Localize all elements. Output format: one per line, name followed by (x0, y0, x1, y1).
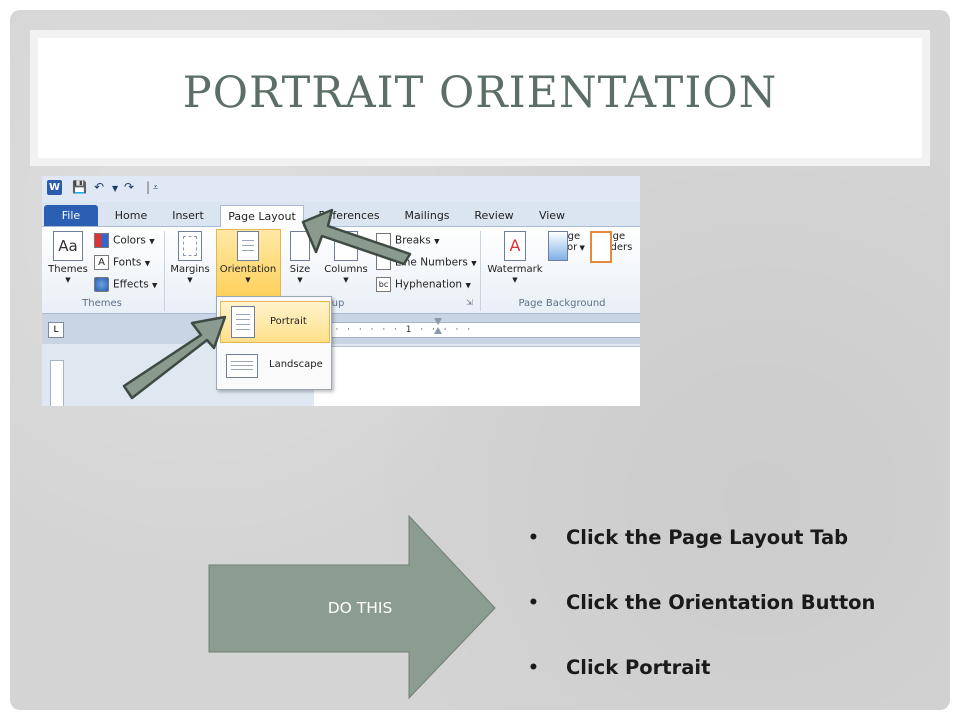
bullet-icon: • (528, 658, 539, 678)
tab-mailings[interactable]: Mailings (392, 205, 462, 226)
quick-access-toolbar: W 💾 ↶ ▼ ↷ | ⩡ (42, 176, 640, 202)
effects-button[interactable]: Effects ▼ (94, 277, 157, 292)
colors-label: Colors (113, 234, 146, 247)
effects-label: Effects (113, 278, 149, 291)
hyphenation-icon: bc (376, 277, 391, 292)
title-box: PORTRAIT ORIENTATION (30, 30, 930, 166)
columns-label: Columns (324, 264, 368, 275)
chevron-down-icon: ▼ (245, 276, 251, 284)
ruler-scale: · · · · · · · · 1 · · · · · (312, 322, 640, 338)
step-text: Click the Page Layout Tab (566, 526, 849, 549)
horizontal-ruler: L · · · · · · · · 1 · · · · · (42, 314, 640, 344)
watermark-button[interactable]: A Watermark ▼ (484, 231, 546, 286)
orientation-dropdown: Portrait Landscape (216, 296, 332, 390)
colors-icon (94, 233, 109, 248)
step-text: Click the Orientation Button (566, 591, 876, 614)
chevron-down-icon: ▼ (512, 276, 518, 284)
do-this-label: DO THIS (327, 599, 393, 617)
margins-button[interactable]: Margins ▼ (168, 231, 212, 286)
instruction-step: • Click the Orientation Button (528, 587, 948, 652)
page-background-group-label: Page Background (518, 298, 606, 309)
themes-group-label: Themes (82, 298, 122, 309)
customize-toolbar-icon[interactable]: ⩡ (153, 183, 158, 193)
tab-home[interactable]: Home (106, 205, 156, 226)
bullet-icon: • (528, 528, 539, 548)
redo-icon[interactable]: ↷ (124, 180, 134, 194)
landscape-option[interactable]: Landscape (220, 345, 328, 385)
themes-button[interactable]: Aa Themes ▼ (46, 231, 90, 286)
colors-button[interactable]: Colors ▼ (94, 233, 155, 248)
word-app-icon: W (47, 180, 62, 195)
portrait-option[interactable]: Portrait (220, 301, 330, 343)
tab-file[interactable]: File (44, 205, 98, 226)
tab-view[interactable]: View (528, 205, 576, 226)
tab-insert[interactable]: Insert (162, 205, 214, 226)
bullet-icon: • (528, 593, 539, 613)
save-icon[interactable]: 💾 (72, 180, 87, 194)
step-text: Click Portrait (566, 656, 711, 679)
group-divider (480, 231, 481, 311)
page-color-button[interactable]: Page Color ▼ (548, 231, 588, 261)
undo-icon[interactable]: ↶ (94, 180, 104, 194)
tab-references[interactable]: References (314, 205, 384, 226)
landscape-page-icon (226, 354, 258, 378)
themes-label: Themes (48, 264, 88, 275)
instruction-step: • Click Portrait (528, 652, 948, 717)
hyphenation-label: Hyphenation (395, 278, 463, 291)
breaks-icon (376, 233, 391, 248)
landscape-label: Landscape (269, 359, 323, 370)
portrait-page-icon (231, 306, 255, 338)
orientation-icon (237, 231, 259, 261)
chevron-down-icon: ▼ (187, 276, 193, 284)
instruction-step: • Click the Page Layout Tab (528, 522, 948, 587)
columns-icon (334, 231, 358, 261)
page-borders-button[interactable]: Page Borders (590, 231, 636, 263)
margins-label: Margins (170, 264, 210, 275)
line-numbers-label: Line Numbers (395, 256, 468, 269)
margins-icon (178, 231, 202, 261)
line-numbers-button[interactable]: Line Numbers ▼ (376, 255, 477, 270)
ribbon-body: Aa Themes ▼ Colors ▼ A Fonts ▼ Effects ▼ … (42, 227, 640, 314)
undo-dropdown-icon[interactable]: ▼ (112, 184, 118, 193)
word-ribbon-screenshot: W 💾 ↶ ▼ ↷ | ⩡ File Home Insert Page Layo… (42, 176, 640, 406)
hyphenation-button[interactable]: bc Hyphenation ▼ (376, 277, 471, 292)
fonts-icon: A (94, 255, 109, 270)
tab-review[interactable]: Review (468, 205, 520, 226)
instruction-list: • Click the Page Layout Tab • Click the … (528, 522, 948, 717)
chevron-down-icon: ▼ (343, 276, 349, 284)
group-divider (164, 231, 165, 311)
toolbar-divider: | (146, 180, 151, 194)
slide-title: PORTRAIT ORIENTATION (182, 68, 778, 118)
tab-selector[interactable]: L (48, 322, 64, 338)
page-borders-icon (590, 231, 612, 263)
chevron-down-icon: ▼ (65, 276, 71, 284)
watermark-label: Watermark (487, 264, 543, 275)
chevron-down-icon: ▼ (297, 276, 303, 284)
size-icon (290, 231, 310, 261)
vertical-ruler (50, 360, 64, 406)
orientation-label: Orientation (219, 264, 277, 275)
themes-icon: Aa (53, 231, 83, 261)
orientation-button[interactable]: Orientation ▼ (216, 231, 280, 286)
breaks-button[interactable]: Breaks ▼ (376, 233, 439, 248)
breaks-label: Breaks (395, 234, 431, 247)
ribbon-tabs: File Home Insert Page Layout References … (42, 202, 640, 227)
columns-button[interactable]: Columns ▼ (320, 231, 372, 286)
indent-marker[interactable] (434, 318, 442, 338)
page-color-icon (548, 231, 568, 261)
effects-icon (94, 277, 109, 292)
document-page[interactable] (314, 346, 640, 406)
line-numbers-icon (376, 255, 391, 270)
size-button[interactable]: Size ▼ (282, 231, 318, 286)
fonts-label: Fonts (113, 256, 142, 269)
fonts-button[interactable]: A Fonts ▼ (94, 255, 150, 270)
tab-page-layout[interactable]: Page Layout (220, 205, 304, 227)
watermark-icon: A (504, 231, 526, 261)
dialog-launcher-icon[interactable]: ⇲ (466, 298, 473, 307)
size-label: Size (289, 264, 311, 275)
portrait-label: Portrait (270, 316, 307, 327)
